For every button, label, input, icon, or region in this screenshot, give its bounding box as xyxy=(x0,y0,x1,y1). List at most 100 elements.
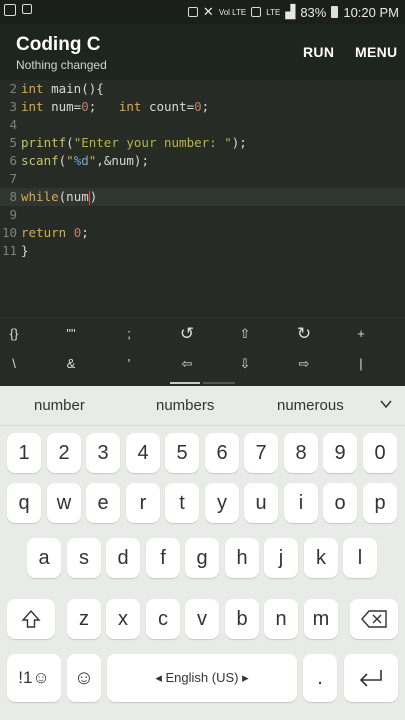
backspace-icon xyxy=(361,610,387,628)
signal-icon: ▟ xyxy=(285,4,296,19)
key-i[interactable]: i xyxy=(284,483,318,523)
key-1[interactable]: 1 xyxy=(7,433,41,473)
space-bar[interactable]: ◂ English (US) ▸ xyxy=(107,654,297,702)
symbol-row: {} "" ; ↺ ⇧ ↻ + xyxy=(0,319,405,349)
key-y[interactable]: y xyxy=(205,483,239,523)
key-6[interactable]: 6 xyxy=(205,433,239,473)
code-line[interactable]: 6 scanf("%d",&num); xyxy=(0,152,405,170)
clock: 10:20 PM xyxy=(343,4,399,20)
code-line[interactable]: 5 printf("Enter your number: "); xyxy=(0,134,405,152)
code-line[interactable]: 2 int main(){ xyxy=(0,80,405,98)
battery-level: 83% xyxy=(300,4,327,20)
symbol-row: \ & ' ⇦ ⇩ ⇨ | xyxy=(0,349,405,379)
key-p[interactable]: p xyxy=(363,483,397,523)
notification-icon xyxy=(22,4,32,14)
key-8[interactable]: 8 xyxy=(284,433,318,473)
key-l[interactable]: l xyxy=(343,538,377,578)
status-bar: ✕ Vol LTE LTE ▟ 83% 10:20 PM xyxy=(0,0,405,24)
key-h[interactable]: h xyxy=(225,538,259,578)
key-q[interactable]: q xyxy=(7,483,41,523)
key-7[interactable]: 7 xyxy=(244,433,278,473)
app-bar: Coding C Nothing changed RUN MENU xyxy=(0,24,405,80)
key-o[interactable]: o xyxy=(323,483,357,523)
key-2[interactable]: 2 xyxy=(47,433,81,473)
key-m[interactable]: m xyxy=(304,599,338,639)
braces-key[interactable]: {} xyxy=(0,319,34,349)
line-number: 11 xyxy=(1,243,17,258)
menu-button[interactable]: MENU xyxy=(355,44,397,60)
code-editor[interactable]: 2 int main(){ 3 int num=0; int count=0; … xyxy=(0,80,405,318)
page-indicator xyxy=(203,382,235,384)
code-line-active[interactable]: 8 while(num) xyxy=(0,188,405,206)
code-line[interactable]: 4 xyxy=(0,116,405,134)
key-r[interactable]: r xyxy=(126,483,160,523)
key-e[interactable]: e xyxy=(86,483,120,523)
ampersand-key[interactable]: & xyxy=(51,349,91,379)
code-line[interactable]: 3 int num=0; int count=0; xyxy=(0,98,405,116)
suggestion-item[interactable]: number xyxy=(34,397,85,414)
key-9[interactable]: 9 xyxy=(323,433,357,473)
apostrophe-key[interactable]: ' xyxy=(109,349,149,379)
cast-icon xyxy=(187,7,198,17)
code-line[interactable]: 9 xyxy=(0,206,405,224)
app-title: Coding C xyxy=(16,34,101,55)
run-button[interactable]: RUN xyxy=(303,44,334,60)
emoji-icon[interactable]: ☺ xyxy=(67,654,101,702)
mute-icon: ✕ xyxy=(202,4,214,19)
pipe-key[interactable]: | xyxy=(341,349,381,379)
key-t[interactable]: t xyxy=(165,483,199,523)
undo-icon[interactable]: ↺ xyxy=(167,319,207,349)
key-j[interactable]: j xyxy=(264,538,298,578)
page-indicator-active xyxy=(170,382,200,384)
key-w[interactable]: w xyxy=(47,483,81,523)
key-d[interactable]: d xyxy=(106,538,140,578)
chevron-down-icon[interactable] xyxy=(380,398,392,410)
key-x[interactable]: x xyxy=(106,599,140,639)
lte-indicator: LTE xyxy=(266,7,281,17)
key-s[interactable]: s xyxy=(67,538,101,578)
shift-key[interactable] xyxy=(7,599,55,639)
suggestion-item[interactable]: numbers xyxy=(156,397,214,414)
enter-key[interactable] xyxy=(344,654,398,702)
plus-key[interactable]: + xyxy=(341,319,381,349)
key-z[interactable]: z xyxy=(67,599,101,639)
enter-icon xyxy=(359,670,382,687)
suggestion-item[interactable]: numerous xyxy=(277,397,344,414)
backspace-key[interactable] xyxy=(350,599,398,639)
line-number: 6 xyxy=(9,153,17,168)
key-c[interactable]: c xyxy=(146,599,180,639)
arrow-right-icon[interactable]: ⇨ xyxy=(284,349,324,379)
key-4[interactable]: 4 xyxy=(126,433,160,473)
code-line[interactable]: 7 xyxy=(0,170,405,188)
suggestion-bar: number numbers numerous xyxy=(0,386,405,426)
volte-indicator: Vol LTE xyxy=(218,7,247,17)
key-g[interactable]: g xyxy=(185,538,219,578)
key-n[interactable]: n xyxy=(264,599,298,639)
key-0[interactable]: 0 xyxy=(363,433,397,473)
line-number: 8 xyxy=(9,189,17,204)
shift-up-icon[interactable]: ⇧ xyxy=(225,319,265,349)
arrow-left-icon[interactable]: ⇦ xyxy=(167,349,207,379)
key-v[interactable]: v xyxy=(185,599,219,639)
key-3[interactable]: 3 xyxy=(86,433,120,473)
key-a[interactable]: a xyxy=(27,538,61,578)
code-line[interactable]: 11 } xyxy=(0,242,405,260)
line-number: 3 xyxy=(9,99,17,114)
symbols-key[interactable]: !1☺ xyxy=(7,654,61,702)
key-5[interactable]: 5 xyxy=(165,433,199,473)
line-number: 2 xyxy=(9,81,17,96)
arrow-down-icon[interactable]: ⇩ xyxy=(225,349,265,379)
semicolon-key[interactable]: ; xyxy=(109,319,149,349)
key-b[interactable]: b xyxy=(225,599,259,639)
key-f[interactable]: f xyxy=(146,538,180,578)
key-u[interactable]: u xyxy=(244,483,278,523)
line-number: 7 xyxy=(9,171,17,186)
key-k[interactable]: k xyxy=(304,538,338,578)
code-line[interactable]: 10 return 0; xyxy=(0,224,405,242)
quotes-key[interactable]: "" xyxy=(51,319,91,349)
backslash-key[interactable]: \ xyxy=(0,349,34,379)
redo-icon[interactable]: ↻ xyxy=(284,319,324,349)
line-number: 5 xyxy=(9,135,17,150)
arrow-right-icon: ▸ xyxy=(238,670,249,685)
period-key[interactable]: . xyxy=(303,654,337,702)
